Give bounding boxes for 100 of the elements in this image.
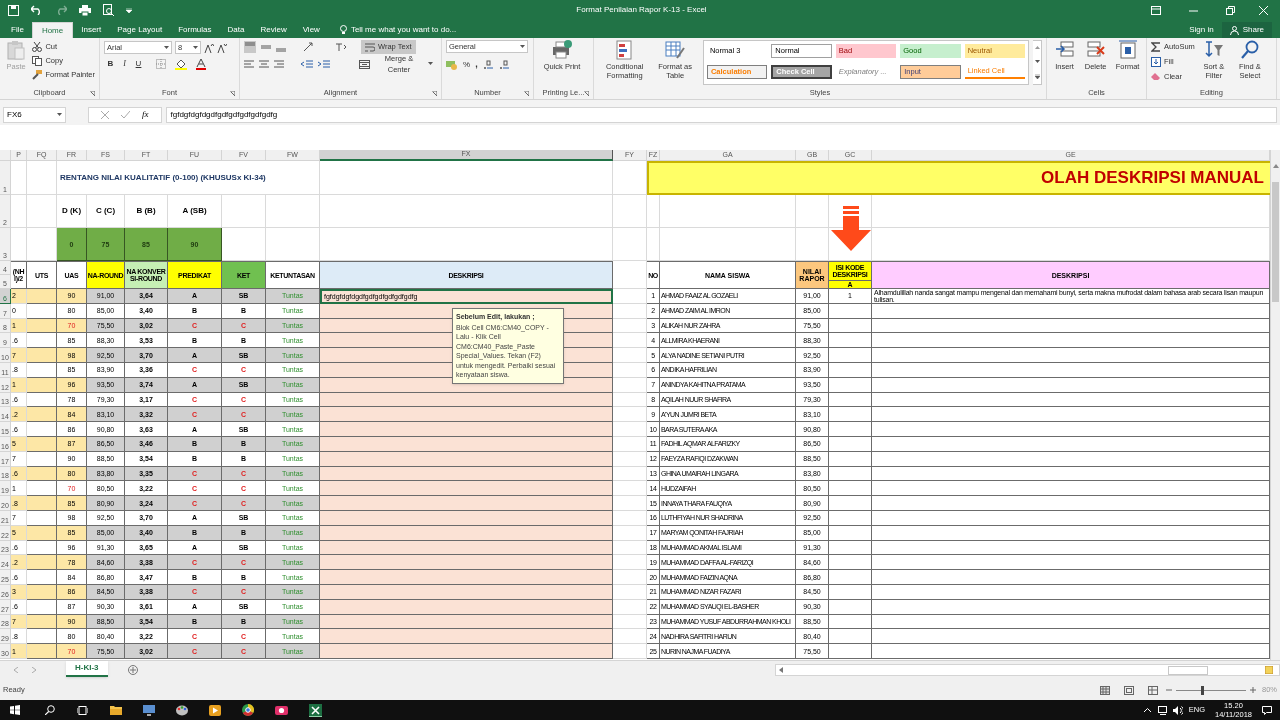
bold-button[interactable]: B (106, 58, 115, 70)
caret-icon[interactable] (520, 44, 525, 49)
redo-icon (55, 5, 67, 15)
windows-icon[interactable] (10, 705, 20, 715)
restore-icon[interactable] (1226, 5, 1235, 15)
task-view-icon[interactable] (77, 705, 88, 715)
search-icon (1239, 40, 1260, 60)
caret-icon[interactable] (164, 45, 169, 50)
lightbulb-icon (339, 25, 347, 35)
fill-down-icon (1151, 56, 1161, 67)
formula-input[interactable]: fgfdgfdgfdgdfgdfgdfgdfgdfgdfg (165, 107, 1277, 123)
menu-tab[interactable]: Data (219, 22, 253, 38)
scroll-down-icon[interactable] (1034, 60, 1040, 63)
fill-color-icon[interactable] (175, 58, 187, 70)
menu-tab[interactable]: Formulas (170, 22, 220, 38)
page-layout-icon[interactable] (1124, 685, 1134, 695)
color-wheel-icon[interactable] (242, 704, 254, 716)
notification-icon[interactable] (1262, 705, 1272, 715)
empty-cell (222, 195, 266, 228)
dialog-launcher-icon[interactable] (524, 91, 529, 96)
scroll-up-icon[interactable] (1034, 46, 1040, 50)
scroll-up-icon[interactable] (1272, 164, 1279, 168)
empty-cell (11, 228, 27, 261)
empty-cell (613, 228, 647, 261)
italic-button[interactable]: I (120, 58, 129, 70)
eraser-icon (1151, 72, 1161, 81)
dialog-launcher-icon[interactable] (432, 91, 437, 96)
monitor-icon[interactable] (143, 704, 155, 716)
underline-button[interactable]: U (134, 58, 143, 70)
play-icon[interactable] (209, 704, 221, 716)
menu-tab[interactable]: Home (31, 22, 74, 38)
zoom-in-icon[interactable] (1250, 687, 1256, 693)
sort-filter-icon (1203, 40, 1224, 60)
decrease-decimal-icon[interactable] (498, 59, 510, 70)
tell-me-field[interactable]: Tell me what you want to do... (339, 22, 457, 38)
undo-icon[interactable] (31, 5, 43, 15)
folder-icon[interactable] (110, 705, 122, 715)
share-button[interactable]: Share (1221, 22, 1272, 38)
search-icon[interactable] (45, 705, 55, 715)
increase-decimal-icon[interactable] (482, 59, 494, 70)
close-icon[interactable] (1259, 5, 1268, 15)
print-preview-icon[interactable] (103, 4, 114, 16)
caret-icon[interactable] (428, 62, 433, 66)
caret-icon[interactable] (193, 45, 198, 50)
caret-icon[interactable] (57, 113, 62, 117)
brush-icon (32, 69, 43, 80)
wrap-icon (365, 42, 375, 52)
camera-icon[interactable] (275, 705, 288, 715)
network-icon[interactable] (1157, 705, 1168, 715)
insert-function-button[interactable]: fx (142, 108, 149, 122)
copy-icon (32, 55, 43, 66)
gallery-more-icon[interactable] (1034, 73, 1040, 79)
ribbon-display-icon[interactable] (1151, 5, 1161, 15)
chevron-up-icon[interactable] (1143, 708, 1151, 712)
printer-icon[interactable] (79, 4, 91, 16)
normal-view-icon[interactable] (1100, 685, 1110, 695)
name-box[interactable]: FX6 (3, 107, 66, 123)
dialog-launcher-icon[interactable] (230, 91, 235, 96)
increase-indent-icon[interactable] (318, 59, 330, 69)
menu-tab[interactable]: View (294, 22, 328, 38)
dialog-launcher-icon[interactable] (584, 91, 589, 96)
text-direction-icon[interactable] (334, 42, 348, 52)
scrollbar-thumb[interactable] (1167, 665, 1208, 675)
empty-cell (796, 195, 829, 228)
empty-cell (266, 195, 320, 228)
percent-button[interactable]: % (463, 58, 471, 71)
font-grow-icon[interactable] (204, 42, 214, 53)
empty-cell (647, 228, 660, 261)
customize-icon[interactable] (126, 7, 132, 13)
decrease-indent-icon[interactable] (301, 59, 313, 69)
sheet-tab[interactable]: H-KI-3 (66, 661, 108, 677)
save-icon[interactable] (8, 4, 19, 16)
spreadsheet-icon[interactable] (309, 703, 322, 717)
down-arrow-icon (831, 206, 871, 251)
comma-button[interactable]: , (475, 58, 478, 72)
empty-cell (11, 195, 27, 228)
gallery-scrollbar[interactable] (1033, 40, 1042, 85)
sign-in-link[interactable]: Sign in (1181, 22, 1222, 38)
dialog-launcher-icon[interactable] (90, 91, 95, 96)
empty-cell (266, 228, 320, 261)
scroll-left-icon[interactable] (778, 667, 783, 673)
font-color-icon[interactable] (196, 58, 206, 70)
paint-palette-icon[interactable] (176, 704, 188, 716)
speaker-icon[interactable] (1172, 705, 1183, 715)
person-icon (1229, 25, 1239, 35)
vertical-scrollbar[interactable] (1270, 150, 1280, 660)
window-title: Format Penilaian Rapor K-13 - Excel (575, 4, 708, 16)
menu-tab[interactable]: Page Layout (109, 22, 171, 38)
menu-tab[interactable]: Review (252, 22, 295, 38)
menu-tab[interactable]: Insert (73, 22, 110, 38)
scissors-icon (32, 41, 43, 52)
banner-title: OLAH DESKRIPSI MANUAL (647, 161, 1270, 195)
menu-tab[interactable]: File (3, 22, 32, 38)
font-shrink-icon[interactable] (217, 42, 227, 53)
horizontal-scrollbar[interactable] (774, 664, 1280, 676)
empty-cell (613, 195, 647, 228)
scrollbar-thumb[interactable] (1272, 182, 1279, 302)
slider-thumb[interactable] (1201, 685, 1205, 695)
add-sheet-icon[interactable] (127, 665, 138, 675)
page-break-icon[interactable] (1148, 685, 1158, 695)
